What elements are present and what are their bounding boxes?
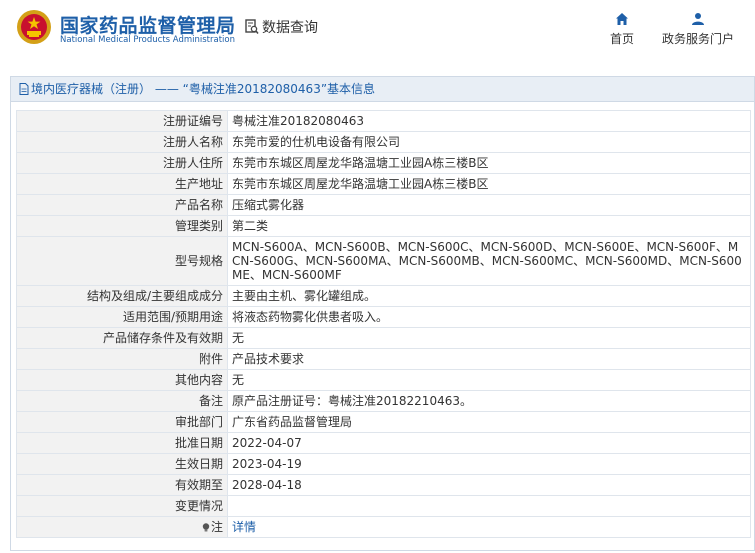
- table-row: 产品名称 压缩式雾化器: [16, 194, 751, 216]
- note-key: 注: [210, 520, 223, 534]
- row-key: 附件: [16, 348, 228, 370]
- row-value: 东莞市东城区周屋龙华路温塘工业园A栋三楼B区: [227, 173, 751, 195]
- table-row: 管理类别 第二类: [16, 215, 751, 237]
- table-row: 备注 原产品注册证号：粤械注准20182210463。: [16, 390, 751, 412]
- row-key: 管理类别: [16, 215, 228, 237]
- data-query-label: 数据查询: [262, 20, 318, 36]
- table-row: 其他内容无: [16, 369, 751, 391]
- row-value: 第二类: [227, 215, 751, 237]
- row-value: 东莞市东城区周屋龙华路温塘工业园A栋三楼B区: [227, 152, 751, 174]
- row-key: 其他内容: [16, 369, 228, 391]
- row-value: 无: [227, 327, 751, 349]
- table-row: 产品储存条件及有效期无: [16, 327, 751, 349]
- row-value: 将液态药物雾化供患者吸入。: [227, 306, 751, 328]
- user-icon: [692, 13, 704, 25]
- nav-home-label: 首页: [609, 32, 634, 46]
- row-value: 无: [227, 369, 751, 391]
- table-row: 生效日期 2023-04-19: [16, 453, 751, 475]
- note-value-cell: 详情: [227, 516, 751, 538]
- row-value: MCN-S600A、MCN-S600B、MCN-S600C、MCN-S600D、…: [227, 236, 751, 286]
- row-key: 产品储存条件及有效期: [16, 327, 228, 349]
- table-row: 注册证编号 粤械注准20182080463: [16, 110, 751, 132]
- table-row: 注册人住所 东莞市东城区周屋龙华路温塘工业园A栋三楼B区: [16, 152, 751, 174]
- row-value: 原产品注册证号：粤械注准20182210463。: [227, 390, 751, 412]
- row-key: 注册证编号: [16, 110, 228, 132]
- row-value: 压缩式雾化器: [227, 194, 751, 216]
- row-key: 生效日期: [16, 453, 228, 475]
- row-value: [227, 495, 751, 517]
- details-link[interactable]: 详情: [232, 520, 256, 534]
- row-value: 产品技术要求: [227, 348, 751, 370]
- row-key: 结构及组成/主要组成成分: [16, 285, 228, 307]
- row-key: 注册人住所: [16, 152, 228, 174]
- home-icon: [616, 13, 628, 25]
- row-key: 型号规格: [16, 236, 228, 286]
- panel-header: 境内医疗器械（注册） —— “粤械注准20182080463”基本信息: [11, 77, 754, 102]
- row-key: 备注: [16, 390, 228, 412]
- note-row: 注 详情: [16, 516, 751, 538]
- table-row: 批准日期 2022-04-07: [16, 432, 751, 454]
- panel-title: 境内医疗器械（注册） —— “粤械注准20182080463”基本信息: [31, 82, 376, 96]
- row-value: 2023-04-19: [227, 453, 751, 475]
- note-key-cell: 注: [16, 516, 228, 538]
- row-value: 2028-04-18: [227, 474, 751, 496]
- document-icon: [19, 83, 29, 95]
- table-row: 变更情况: [16, 495, 751, 517]
- row-key: 批准日期: [16, 432, 228, 454]
- row-value: 东莞市爱的仕机电设备有限公司: [227, 131, 751, 153]
- table-row: 审批部门 广东省药品监督管理局: [16, 411, 751, 433]
- site-name-cn[interactable]: 国家药品监督管理局: [60, 11, 236, 38]
- national-emblem-icon: [17, 10, 51, 44]
- nav-gov-portal-label: 政务服务门户: [661, 32, 734, 46]
- device-info-panel: 境内医疗器械（注册） —— “粤械注准20182080463”基本信息 注册证编…: [10, 76, 755, 551]
- table-row: 有效期至 2028-04-18: [16, 474, 751, 496]
- row-value: 广东省药品监督管理局: [227, 411, 751, 433]
- table-row: 生产地址 东莞市东城区周屋龙华路温塘工业园A栋三楼B区: [16, 173, 751, 195]
- table-row: 结构及组成/主要组成成分 主要由主机、雾化罐组成。: [16, 285, 751, 307]
- row-value: 粤械注准20182080463: [227, 110, 751, 132]
- row-key: 审批部门: [16, 411, 228, 433]
- row-key: 生产地址: [16, 173, 228, 195]
- table-row: 适用范围/预期用途 将液态药物雾化供患者吸入。: [16, 306, 751, 328]
- data-query-link[interactable]: 数据查询: [245, 17, 318, 37]
- document-search-icon: [245, 19, 259, 34]
- table-row: 型号规格 MCN-S600A、MCN-S600B、MCN-S600C、MCN-S6…: [16, 236, 751, 286]
- row-key: 有效期至: [16, 474, 228, 496]
- row-key: 适用范围/预期用途: [16, 306, 228, 328]
- row-key: 产品名称: [16, 194, 228, 216]
- row-value: 主要由主机、雾化罐组成。: [227, 285, 751, 307]
- info-table: 注册证编号 粤械注准20182080463 注册人名称 东莞市爱的仕机电设备有限公司…: [16, 110, 751, 538]
- nav-home[interactable]: 首页: [582, 12, 662, 47]
- table-row: 附件 产品技术要求: [16, 348, 751, 370]
- site-name-en: National Medical Products Administration: [60, 35, 235, 45]
- row-key: 变更情况: [16, 495, 228, 517]
- row-value: 2022-04-07: [227, 432, 751, 454]
- nav-gov-portal[interactable]: 政务服务门户: [658, 12, 738, 47]
- row-key: 注册人名称: [16, 131, 228, 153]
- site-header: 国家药品监督管理局 National Medical Products Admi…: [0, 0, 755, 62]
- lightbulb-icon: [202, 523, 210, 532]
- table-row: 注册人名称 东莞市爱的仕机电设备有限公司: [16, 131, 751, 153]
